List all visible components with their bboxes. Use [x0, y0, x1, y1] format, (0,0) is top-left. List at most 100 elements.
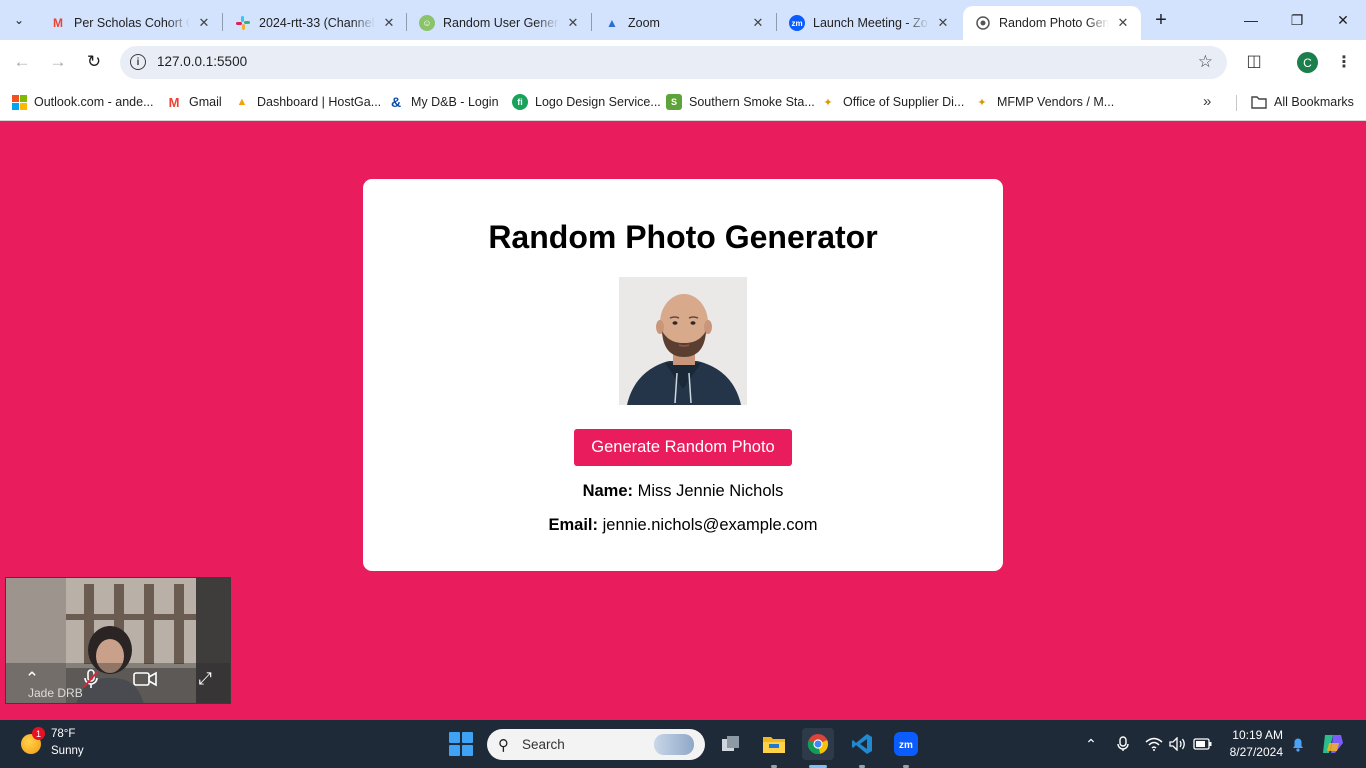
bookmark-label: MFMP Vendors / M... [997, 95, 1115, 109]
zoom-video-camera-icon[interactable] [130, 664, 160, 694]
back-arrow-icon[interactable]: ← [10, 50, 34, 74]
zoom-expand-icon[interactable]: ⤢ [190, 664, 220, 694]
tab-search-chevron-icon[interactable]: ⌄ [6, 7, 32, 33]
bookmark-southern-smoke[interactable]: S Southern Smoke Sta... [666, 91, 815, 113]
search-highlight-image [654, 734, 694, 755]
windows-start-icon[interactable] [449, 732, 473, 756]
bookmark-label: Southern Smoke Sta... [689, 95, 815, 109]
new-tab-plus-icon[interactable]: + [1150, 9, 1172, 31]
file-explorer-icon[interactable] [758, 728, 790, 760]
clock-date[interactable]: 8/27/2024 [1226, 745, 1283, 759]
zoom-app-icon[interactable]: zm [890, 728, 922, 760]
bookmark-label: Office of Supplier Di... [843, 95, 965, 109]
bookmark-office-supplier[interactable]: ✦ Office of Supplier Di... [820, 91, 964, 113]
florida-icon: ✦ [977, 96, 987, 109]
close-icon[interactable]: ✕ [565, 15, 581, 31]
slack-icon [235, 15, 251, 31]
bookmarks-divider [1236, 95, 1237, 111]
weather-condition: Sunny [51, 745, 84, 757]
task-view-icon[interactable] [715, 728, 747, 760]
forward-arrow-icon[interactable]: → [46, 50, 70, 74]
all-bookmarks[interactable]: All Bookmarks [1251, 91, 1354, 113]
tab-per-scholas[interactable]: M Per Scholas Cohort Co ✕ [38, 6, 222, 40]
zoom-video-preview[interactable]: ⌃ ⤢ Jade DRB [5, 577, 231, 704]
bookmarks-overflow-chevron-icon[interactable]: » [1203, 93, 1211, 110]
tray-chevron-up-icon[interactable]: ⌃ [1082, 734, 1100, 754]
extensions-puzzle-icon[interactable]: ◫ [1243, 50, 1265, 72]
tab-random-user[interactable]: ☺ Random User Genera ✕ [407, 6, 591, 40]
tab-launch-meeting[interactable]: zm Launch Meeting - Zo ✕ [777, 6, 961, 40]
site-info-icon[interactable]: i [130, 54, 146, 70]
close-icon[interactable]: ✕ [935, 15, 951, 31]
address-url[interactable]: 127.0.0.1:5500 [157, 54, 247, 69]
email-label: Email: [548, 516, 599, 534]
tab-random-photo[interactable]: Random Photo Gener ✕ [963, 6, 1141, 40]
generate-random-photo-button[interactable]: Generate Random Photo [574, 429, 792, 466]
hostgator-icon: ▲ [236, 96, 248, 108]
bookmark-hostgator[interactable]: ▲ Dashboard | HostGa... [234, 91, 382, 113]
dnb-icon: & [390, 94, 402, 110]
bookmark-label: Outlook.com - ande... [34, 95, 154, 109]
profile-avatar[interactable]: C [1297, 52, 1318, 73]
tab-title: Zoom [628, 16, 660, 30]
page-title: Random Photo Generator [488, 219, 878, 255]
bookmark-label: Logo Design Service... [535, 95, 661, 109]
zoom-icon: zm [789, 15, 805, 31]
bookmark-star-icon[interactable]: ☆ [1198, 52, 1213, 72]
tab-slack[interactable]: 2024-rtt-33 (Channel) ✕ [223, 6, 407, 40]
tab-title: Random User Genera [443, 16, 559, 30]
fiverr-icon: fi [512, 94, 528, 110]
tab-title: Random Photo Gener [999, 16, 1109, 30]
weather-badge: 1 [32, 727, 45, 740]
taskbar-search[interactable]: ⚲ Search [487, 729, 705, 760]
address-bar[interactable]: i 127.0.0.1:5500 ☆ [120, 46, 1227, 79]
close-icon[interactable]: ✕ [196, 15, 212, 31]
close-icon[interactable]: ✕ [381, 15, 397, 31]
bookmark-label: Gmail [189, 95, 222, 109]
volume-icon[interactable] [1169, 734, 1187, 754]
bookmark-mfmp[interactable]: ✦ MFMP Vendors / M... [974, 91, 1114, 113]
email-value: jennie.nichols@example.com [602, 516, 818, 534]
florida-icon: ✦ [823, 96, 833, 109]
svg-text:zm: zm [899, 740, 913, 751]
menu-kebab-icon[interactable]: ⋮ [1335, 51, 1353, 73]
tab-title: 2024-rtt-33 (Channel) [259, 16, 375, 30]
tab-zoom[interactable]: ▲ Zoom ✕ [592, 6, 776, 40]
minimize-icon[interactable]: — [1239, 8, 1263, 32]
photo-card: Random Photo Generator Generate Random P [363, 179, 1003, 571]
tab-title: Launch Meeting - Zo [813, 16, 928, 30]
bookmark-label: My D&B - Login [411, 95, 499, 109]
bookmarks-bar: Outlook.com - ande... M Gmail ▲ Dashboar… [0, 85, 1366, 121]
search-icon: ⚲ [498, 737, 509, 754]
close-icon[interactable]: ✕ [1115, 15, 1131, 31]
all-bookmarks-label: All Bookmarks [1274, 95, 1354, 109]
tray-microphone-icon[interactable] [1114, 734, 1132, 754]
zoom-participant-name: Jade DRB [28, 686, 83, 700]
vscode-icon[interactable] [846, 728, 878, 760]
close-icon[interactable]: ✕ [750, 15, 766, 31]
shopify-icon: S [666, 94, 682, 110]
folder-icon [1251, 94, 1267, 110]
battery-icon[interactable] [1193, 734, 1213, 754]
browser-toolbar: ← → ↻ i 127.0.0.1:5500 ☆ [0, 40, 1366, 85]
clock-time[interactable]: 10:19 AM [1230, 728, 1283, 742]
chrome-icon[interactable] [802, 728, 834, 760]
globe-icon [975, 15, 991, 31]
name-label: Name: [582, 482, 634, 500]
restore-icon[interactable]: ❐ [1285, 8, 1309, 32]
copilot-icon[interactable] [1320, 734, 1346, 754]
bookmark-label: Dashboard | HostGa... [257, 95, 382, 109]
gmail-icon: M [168, 94, 180, 110]
random-user-icon: ☺ [419, 15, 435, 31]
wifi-icon[interactable] [1145, 734, 1163, 754]
notification-bell-icon[interactable] [1289, 734, 1307, 754]
bookmark-outlook[interactable]: Outlook.com - ande... [11, 91, 154, 113]
close-window-icon[interactable]: ✕ [1331, 8, 1355, 32]
bookmark-dnb[interactable]: & My D&B - Login [388, 91, 499, 113]
taskbar-search-placeholder: Search [522, 737, 565, 752]
bookmark-logo-design[interactable]: fi Logo Design Service... [512, 91, 661, 113]
microsoft-icon [11, 94, 27, 110]
reload-icon[interactable]: ↻ [82, 50, 106, 74]
per-scholas-icon: ▲ [606, 16, 618, 30]
bookmark-gmail[interactable]: M Gmail [166, 91, 222, 113]
